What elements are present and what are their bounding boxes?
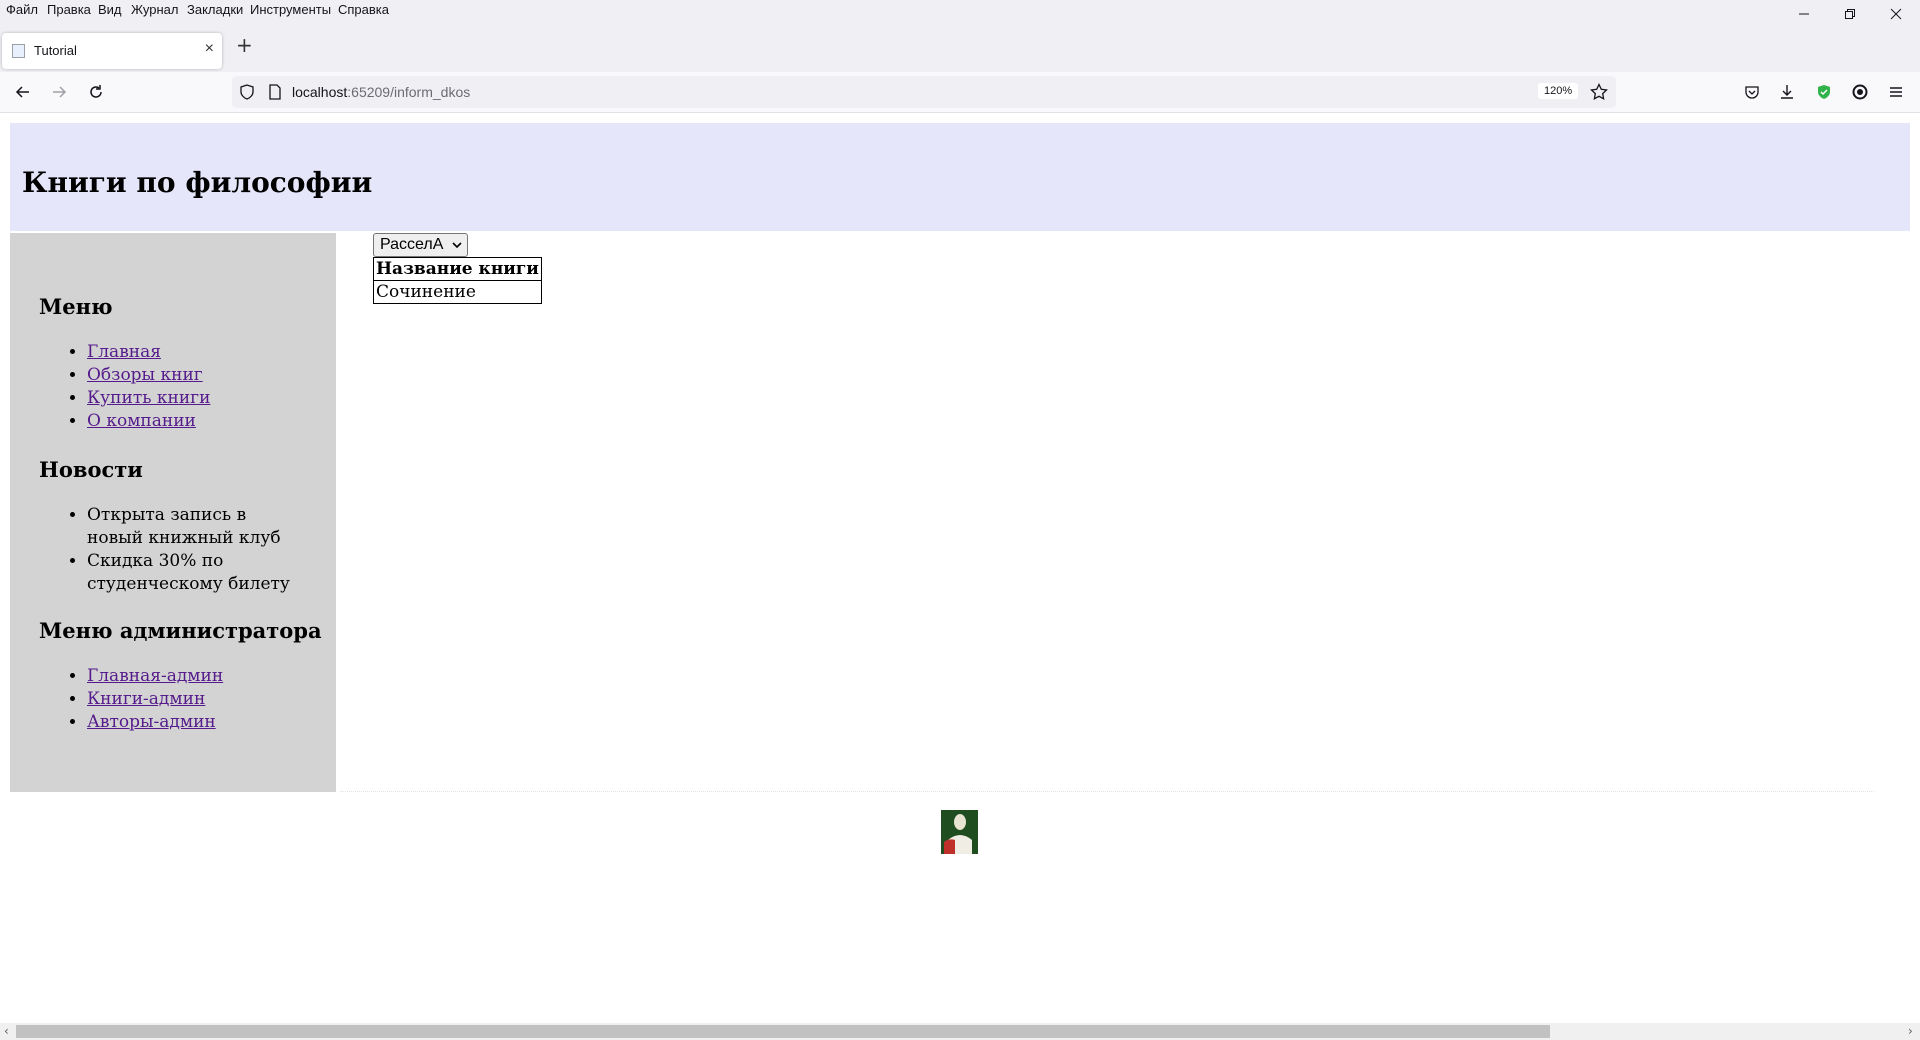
chevron-down-icon [452,242,462,249]
menu-tools[interactable]: Инструменты [250,2,331,17]
restore-icon [1845,9,1855,19]
link-admin-books[interactable]: Книги-админ [87,689,205,709]
link-reviews[interactable]: Обзоры книг [87,365,203,385]
menu-heading: Меню [39,294,113,319]
menu-help[interactable]: Справка [338,2,389,17]
shield-icon[interactable] [239,84,255,100]
author-select[interactable]: РасселА [373,233,468,257]
minimize-icon [1799,13,1809,15]
back-button[interactable] [11,80,35,104]
admin-menu-heading: Меню администратора [39,618,322,643]
scroll-left-icon[interactable]: ‹ [4,1024,9,1038]
tab-title: Tutorial [34,43,77,58]
download-icon [1781,85,1793,99]
url-path: :65209/inform_dkos [347,84,471,100]
admin-menu-item: Авторы-админ [87,711,307,734]
navigation-bar: localhost:65209/inform_dkos 120% [0,72,1920,113]
shield-check-icon [1818,85,1830,99]
link-buy[interactable]: Купить книги [87,388,210,408]
tab-tutorial[interactable]: Tutorial × [2,33,222,69]
close-tab-icon[interactable]: × [205,40,214,58]
column-header-title: Название книги [376,259,539,279]
news-item: Скидка 30% по студенческому билету [87,550,307,596]
hamburger-menu-icon [1890,87,1902,97]
bookmark-star-icon[interactable] [1590,83,1608,101]
books-table: Название книги Сочинение [373,257,542,304]
arrow-left-icon [15,86,29,98]
news-item: Открыта запись в новый книжный клуб [87,504,307,550]
page-header: Книги по философии [10,123,1910,231]
url-host: localhost [292,84,348,100]
menu-item: О компании [87,410,307,433]
tab-strip: Tutorial × [0,22,1920,72]
footer-portrait-image [941,810,978,854]
page-info-icon[interactable] [268,84,282,100]
menu-bookmarks[interactable]: Закладки [187,2,243,17]
admin-menu-list: Главная-админ Книги-админ Авторы-админ [39,665,307,734]
zoom-level[interactable]: 120% [1538,83,1579,99]
author-select-value: РасселА [380,236,444,253]
horizontal-scrollbar[interactable]: ‹ › [0,1023,1920,1040]
new-tab-button[interactable]: + [236,35,253,55]
extension-circle-icon [1852,84,1868,100]
address-bar[interactable]: localhost:65209/inform_dkos 120% [232,76,1616,108]
page-title: Книги по философии [22,166,373,199]
link-home[interactable]: Главная [87,342,161,362]
link-admin-home[interactable]: Главная-админ [87,666,223,686]
scroll-right-icon[interactable]: › [1908,1024,1913,1038]
extension-button[interactable] [1848,80,1872,104]
extension-adblock-button[interactable] [1812,80,1836,104]
table-header-row: Название книги [374,258,541,280]
news-list: Открыта запись в новый книжный клуб Скид… [39,504,307,596]
downloads-button[interactable] [1775,80,1799,104]
menu-list: Главная Обзоры книг Купить книги О компа… [39,341,307,433]
book-title-cell: Сочинение [374,280,541,303]
news-heading: Новости [39,457,143,482]
scrollbar-thumb[interactable] [16,1025,1550,1038]
portrait-figure-icon [941,810,978,854]
reload-icon [90,85,102,98]
admin-menu-item: Главная-админ [87,665,307,688]
menu-file[interactable]: Файл [6,2,38,17]
pocket-icon [1745,86,1759,99]
close-icon [1890,8,1902,20]
menu-item: Главная [87,341,307,364]
url-text[interactable]: localhost:65209/inform_dkos [292,84,470,100]
table-row: Сочинение [374,280,541,303]
forward-button[interactable] [47,80,71,104]
menu-history[interactable]: Журнал [131,2,178,17]
page-icon [12,44,25,58]
admin-menu-item: Книги-админ [87,688,307,711]
pocket-button[interactable] [1740,80,1764,104]
menu-view[interactable]: Вид [98,2,122,17]
arrow-right-icon [53,86,67,98]
link-about[interactable]: О компании [87,411,196,431]
footer-divider [340,791,1874,792]
app-menu-button[interactable] [1884,80,1908,104]
menu-bar: Файл Правка Вид Журнал Закладки Инструме… [0,0,1920,22]
reload-button[interactable] [84,80,108,104]
sidebar: Меню Главная Обзоры книг Купить книги О … [10,233,336,792]
menu-item: Купить книги [87,387,307,410]
page-viewport: Книги по философии Меню Главная Обзоры к… [0,113,1920,1023]
menu-item: Обзоры книг [87,364,307,387]
link-admin-authors[interactable]: Авторы-админ [87,712,216,732]
menu-edit[interactable]: Правка [47,2,91,17]
